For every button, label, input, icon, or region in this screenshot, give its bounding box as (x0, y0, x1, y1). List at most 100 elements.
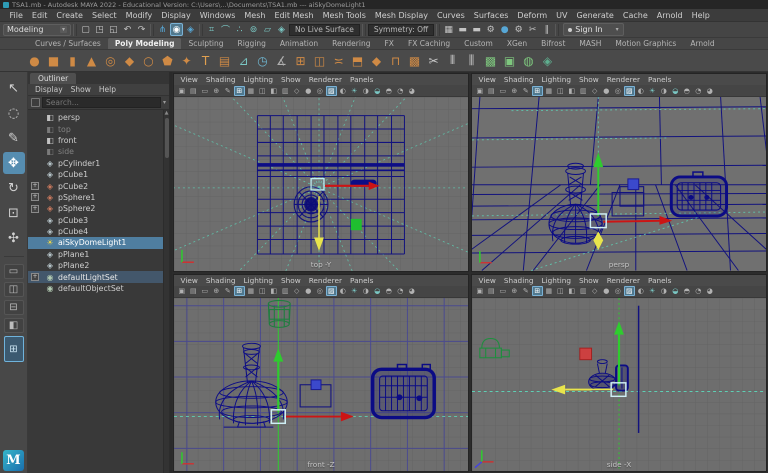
smooth-shade-icon[interactable]: ● (601, 286, 613, 296)
poly-cone-icon[interactable]: ▲ (83, 52, 100, 69)
bookmarks-icon[interactable]: ▤ (188, 86, 200, 96)
menu-item[interactable]: Cache (618, 11, 652, 20)
camera-attributes-icon[interactable]: ▣ (176, 86, 188, 96)
undo-icon[interactable]: ↶ (121, 23, 134, 36)
shadows-icon[interactable]: ◑ (658, 86, 670, 96)
isolate-select-icon[interactable]: ◔ (693, 86, 705, 96)
menu-item[interactable]: UV (552, 11, 572, 20)
film-gate-icon[interactable]: ▦ (245, 86, 257, 96)
outliner-pSphere1[interactable]: + ◈ pSphere1 (28, 192, 169, 203)
select-object-icon[interactable]: ◉ (170, 23, 183, 36)
wireframe-icon[interactable]: ◇ (291, 86, 303, 96)
viewport-canvas-top[interactable]: top -Y (174, 97, 468, 271)
camera-attributes-icon[interactable]: ▣ (474, 286, 486, 296)
wireframe-on-shaded-icon[interactable]: ◎ (612, 286, 624, 296)
mirror-icon[interactable]: ◈ (539, 52, 556, 69)
bookmarks-icon[interactable]: ▤ (486, 286, 498, 296)
lights-icon[interactable]: ☀ (349, 286, 361, 296)
menu-item[interactable]: File (5, 11, 27, 20)
separator[interactable] (436, 23, 441, 36)
viewport-menu-item[interactable]: Show (277, 276, 304, 285)
outliner-scrollbar[interactable]: ▲ (163, 110, 169, 473)
smooth-mesh-icon[interactable]: ◍ (520, 52, 537, 69)
textured-icon[interactable]: ▨ (325, 85, 337, 96)
viewport-menu-item[interactable]: Lighting (538, 75, 575, 84)
menu-item[interactable]: Create (52, 11, 88, 20)
film-gate-icon[interactable]: ▦ (543, 286, 555, 296)
viewport-menu-item[interactable]: Panels (645, 276, 676, 285)
outliner-pCube4[interactable]: + ◈ pCube4 (28, 226, 169, 237)
shelf-tab[interactable]: FX Caching (401, 38, 457, 49)
film-gate-icon[interactable]: ▦ (245, 286, 257, 296)
viewport-menu-item[interactable]: Lighting (240, 75, 277, 84)
motion-blur-icon[interactable]: ◓ (383, 86, 395, 96)
ipr-render-icon[interactable]: ▬ (456, 23, 469, 36)
outliner-aiSkyDomeLight1[interactable]: + ☀ aiSkyDomeLight1 (28, 237, 169, 249)
viewport-menu-item[interactable]: Show (575, 75, 602, 84)
gate-mask-icon[interactable]: ◧ (268, 86, 280, 96)
outliner-persp[interactable]: + ◧ persp (28, 112, 169, 123)
viewport-menu-item[interactable]: Show (277, 75, 304, 84)
redo-icon[interactable]: ↷ (135, 23, 148, 36)
menu-item[interactable]: Display (157, 11, 196, 20)
viewport-menu-item[interactable]: Panels (347, 276, 378, 285)
wireframe-on-shaded-icon[interactable]: ◎ (314, 86, 326, 96)
shelf-tab[interactable]: Bifrost (534, 38, 572, 49)
menu-item[interactable]: Modify (121, 11, 157, 20)
wireframe-icon[interactable]: ◇ (291, 286, 303, 296)
viewport-menu-item[interactable]: Shading (202, 276, 239, 285)
poly-disc-icon[interactable]: ○ (140, 52, 157, 69)
grid-toggle-icon[interactable]: ⊞ (531, 286, 543, 296)
layout-single-pane[interactable]: ▭ (3, 264, 24, 279)
field-chart-icon[interactable]: ▥ (280, 86, 292, 96)
quad-draw-icon[interactable]: ▩ (482, 52, 499, 69)
outliner-defaultLightSet[interactable]: + ◉ defaultLightSet (28, 271, 169, 283)
motion-blur-icon[interactable]: ◓ (681, 286, 693, 296)
lights-icon[interactable]: ☀ (647, 86, 659, 96)
snap-projected-center-icon[interactable]: ⊚ (247, 23, 260, 36)
poly-torus-icon[interactable]: ◎ (102, 52, 119, 69)
timer-icon[interactable]: ◷ (254, 52, 271, 69)
resolution-gate-icon[interactable]: ◫ (555, 286, 567, 296)
viewport-menu-item[interactable]: Panels (347, 75, 378, 84)
rotate-tool[interactable]: ↻ (3, 177, 25, 199)
outliner-side[interactable]: + ◧ side (28, 146, 169, 157)
viewport-menu-item[interactable]: Lighting (240, 276, 277, 285)
search-input[interactable] (42, 97, 161, 108)
svg-tool-icon[interactable]: ▤ (216, 52, 233, 69)
menu-item[interactable]: Select (87, 11, 121, 20)
snap-point-icon[interactable]: ∴ (233, 23, 246, 36)
outliner-menu-item[interactable]: Show (68, 85, 94, 94)
outliner-tab[interactable]: Outliner (30, 73, 77, 84)
platonic-solid-icon[interactable]: ⬟ (159, 52, 176, 69)
layout-two-stacked[interactable]: ⊟ (3, 300, 24, 315)
resolution-gate-icon[interactable]: ◫ (257, 86, 269, 96)
separator[interactable] (150, 23, 154, 36)
shelf-tab[interactable]: XGen (500, 38, 534, 49)
outliner-pCylinder1[interactable]: + ◈ pCylinder1 (28, 158, 169, 169)
bookmarks-icon[interactable]: ▤ (188, 286, 200, 296)
grid-toggle-icon[interactable]: ⊞ (233, 85, 245, 96)
grease-pencil-icon[interactable]: ✎ (222, 86, 234, 96)
make-live-icon[interactable]: ◈ (275, 23, 288, 36)
snap-view-plane-icon[interactable]: ▱ (261, 23, 274, 36)
outliner-top[interactable]: + ◧ top (28, 123, 169, 134)
shelf-tab[interactable]: Custom (457, 38, 500, 49)
render-view-icon[interactable]: ▦ (442, 23, 455, 36)
smooth-shade-icon[interactable]: ● (303, 86, 315, 96)
lights-icon[interactable]: ☀ (349, 86, 361, 96)
select-hierarchy-icon[interactable]: ⋔ (156, 23, 169, 36)
lights-icon[interactable]: ☀ (647, 286, 659, 296)
lasso-select-tool[interactable]: ◌ (3, 102, 25, 124)
isolate-select-icon[interactable]: ◔ (395, 86, 407, 96)
pan-zoom-icon[interactable]: ⊕ (211, 86, 223, 96)
outliner-pPlane2[interactable]: + ◈ pPlane2 (28, 260, 169, 271)
scroll-thumb[interactable] (164, 118, 169, 158)
textured-icon[interactable]: ▨ (623, 286, 635, 296)
viewport-menu-item[interactable]: Shading (500, 75, 537, 84)
offset-edge-loop-icon[interactable]: ⫼ (463, 52, 480, 69)
menu-item[interactable]: Help (687, 11, 714, 20)
shadows-icon[interactable]: ◑ (360, 286, 372, 296)
outliner-menu-item[interactable]: Display (32, 85, 66, 94)
no-live-surface-field[interactable]: No Live Surface (289, 23, 360, 36)
